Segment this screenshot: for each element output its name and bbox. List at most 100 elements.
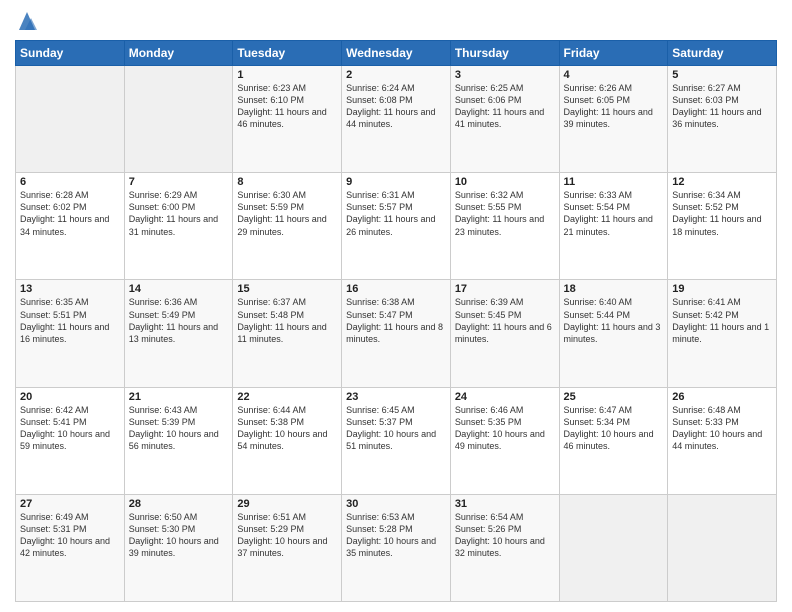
day-number: 13 xyxy=(20,283,120,295)
weekday-header: Friday xyxy=(559,41,668,66)
weekday-header: Saturday xyxy=(668,41,777,66)
day-info: Sunrise: 6:30 AMSunset: 5:59 PMDaylight:… xyxy=(237,190,326,236)
calendar-cell: 5 Sunrise: 6:27 AMSunset: 6:03 PMDaylight… xyxy=(668,66,777,173)
calendar-week-row: 1 Sunrise: 6:23 AMSunset: 6:10 PMDaylight… xyxy=(16,66,777,173)
weekday-header: Thursday xyxy=(450,41,559,66)
day-info: Sunrise: 6:40 AMSunset: 5:44 PMDaylight:… xyxy=(564,297,661,343)
calendar-cell: 11Sunrise: 6:33 AMSunset: 5:54 PMDayligh… xyxy=(559,173,668,280)
day-info: Sunrise: 6:43 AMSunset: 5:39 PMDaylight:… xyxy=(129,405,219,451)
logo xyxy=(15,10,37,32)
day-info: Sunrise: 6:49 AMSunset: 5:31 PMDaylight:… xyxy=(20,512,110,558)
day-info: Sunrise: 6:28 AMSunset: 6:02 PMDaylight:… xyxy=(20,190,109,236)
calendar-cell: 6 Sunrise: 6:28 AMSunset: 6:02 PMDaylight… xyxy=(16,173,125,280)
day-info: Sunrise: 6:46 AMSunset: 5:35 PMDaylight:… xyxy=(455,405,545,451)
day-info: Sunrise: 6:47 AMSunset: 5:34 PMDaylight:… xyxy=(564,405,654,451)
day-info: Sunrise: 6:51 AMSunset: 5:29 PMDaylight:… xyxy=(237,512,327,558)
day-info: Sunrise: 6:23 AMSunset: 6:10 PMDaylight:… xyxy=(237,83,326,129)
calendar-cell: 15 Sunrise: 6:37 AMSunset: 5:48 PMDayligh… xyxy=(233,280,342,387)
calendar-cell xyxy=(124,66,233,173)
calendar-header-row: SundayMondayTuesdayWednesdayThursdayFrid… xyxy=(16,41,777,66)
day-number: 20 xyxy=(20,391,120,403)
day-info: Sunrise: 6:45 AMSunset: 5:37 PMDaylight:… xyxy=(346,405,436,451)
calendar-week-row: 6 Sunrise: 6:28 AMSunset: 6:02 PMDaylight… xyxy=(16,173,777,280)
day-number: 31 xyxy=(455,498,555,510)
day-info: Sunrise: 6:39 AMSunset: 5:45 PMDaylight:… xyxy=(455,297,552,343)
day-number: 8 xyxy=(237,176,337,188)
day-number: 28 xyxy=(129,498,229,510)
calendar-cell: 20Sunrise: 6:42 AMSunset: 5:41 PMDayligh… xyxy=(16,387,125,494)
calendar-cell: 9 Sunrise: 6:31 AMSunset: 5:57 PMDaylight… xyxy=(342,173,451,280)
calendar-cell xyxy=(16,66,125,173)
day-number: 22 xyxy=(237,391,337,403)
day-info: Sunrise: 6:54 AMSunset: 5:26 PMDaylight:… xyxy=(455,512,545,558)
calendar-week-row: 13 Sunrise: 6:35 AMSunset: 5:51 PMDayligh… xyxy=(16,280,777,387)
day-info: Sunrise: 6:41 AMSunset: 5:42 PMDaylight:… xyxy=(672,297,769,343)
calendar-cell: 19 Sunrise: 6:41 AMSunset: 5:42 PMDayligh… xyxy=(668,280,777,387)
calendar-cell: 26Sunrise: 6:48 AMSunset: 5:33 PMDayligh… xyxy=(668,387,777,494)
day-number: 29 xyxy=(237,498,337,510)
calendar-cell: 28 Sunrise: 6:50 AMSunset: 5:30 PMDayligh… xyxy=(124,494,233,601)
day-number: 2 xyxy=(346,69,446,81)
day-info: Sunrise: 6:50 AMSunset: 5:30 PMDaylight:… xyxy=(129,512,219,558)
day-info: Sunrise: 6:38 AMSunset: 5:47 PMDaylight:… xyxy=(346,297,443,343)
calendar-cell: 4 Sunrise: 6:26 AMSunset: 6:05 PMDaylight… xyxy=(559,66,668,173)
day-number: 26 xyxy=(672,391,772,403)
weekday-header: Sunday xyxy=(16,41,125,66)
logo-icon xyxy=(17,10,37,34)
day-number: 11 xyxy=(564,176,664,188)
calendar-cell: 18 Sunrise: 6:40 AMSunset: 5:44 PMDayligh… xyxy=(559,280,668,387)
calendar-cell: 31 Sunrise: 6:54 AMSunset: 5:26 PMDayligh… xyxy=(450,494,559,601)
day-info: Sunrise: 6:36 AMSunset: 5:49 PMDaylight:… xyxy=(129,297,218,343)
day-info: Sunrise: 6:26 AMSunset: 6:05 PMDaylight:… xyxy=(564,83,653,129)
day-info: Sunrise: 6:31 AMSunset: 5:57 PMDaylight:… xyxy=(346,190,435,236)
calendar-cell: 12 Sunrise: 6:34 AMSunset: 5:52 PMDayligh… xyxy=(668,173,777,280)
calendar-week-row: 20Sunrise: 6:42 AMSunset: 5:41 PMDayligh… xyxy=(16,387,777,494)
day-info: Sunrise: 6:34 AMSunset: 5:52 PMDaylight:… xyxy=(672,190,761,236)
calendar-cell: 13 Sunrise: 6:35 AMSunset: 5:51 PMDayligh… xyxy=(16,280,125,387)
weekday-header: Monday xyxy=(124,41,233,66)
calendar-table: SundayMondayTuesdayWednesdayThursdayFrid… xyxy=(15,40,777,602)
day-number: 7 xyxy=(129,176,229,188)
day-number: 25 xyxy=(564,391,664,403)
day-number: 27 xyxy=(20,498,120,510)
day-number: 18 xyxy=(564,283,664,295)
calendar-cell: 22 Sunrise: 6:44 AMSunset: 5:38 PMDayligh… xyxy=(233,387,342,494)
calendar-cell: 7 Sunrise: 6:29 AMSunset: 6:00 PMDaylight… xyxy=(124,173,233,280)
day-number: 4 xyxy=(564,69,664,81)
day-number: 6 xyxy=(20,176,120,188)
calendar-cell: 29 Sunrise: 6:51 AMSunset: 5:29 PMDayligh… xyxy=(233,494,342,601)
weekday-header: Wednesday xyxy=(342,41,451,66)
day-number: 30 xyxy=(346,498,446,510)
day-info: Sunrise: 6:25 AMSunset: 6:06 PMDaylight:… xyxy=(455,83,544,129)
day-number: 12 xyxy=(672,176,772,188)
day-number: 9 xyxy=(346,176,446,188)
day-number: 15 xyxy=(237,283,337,295)
day-info: Sunrise: 6:32 AMSunset: 5:55 PMDaylight:… xyxy=(455,190,544,236)
calendar-cell: 25 Sunrise: 6:47 AMSunset: 5:34 PMDayligh… xyxy=(559,387,668,494)
calendar-cell: 2 Sunrise: 6:24 AMSunset: 6:08 PMDaylight… xyxy=(342,66,451,173)
day-number: 24 xyxy=(455,391,555,403)
day-number: 17 xyxy=(455,283,555,295)
day-info: Sunrise: 6:29 AMSunset: 6:00 PMDaylight:… xyxy=(129,190,218,236)
day-number: 19 xyxy=(672,283,772,295)
day-info: Sunrise: 6:44 AMSunset: 5:38 PMDaylight:… xyxy=(237,405,327,451)
calendar-cell xyxy=(559,494,668,601)
calendar-week-row: 27 Sunrise: 6:49 AMSunset: 5:31 PMDayligh… xyxy=(16,494,777,601)
day-info: Sunrise: 6:24 AMSunset: 6:08 PMDaylight:… xyxy=(346,83,435,129)
day-info: Sunrise: 6:37 AMSunset: 5:48 PMDaylight:… xyxy=(237,297,326,343)
day-number: 23 xyxy=(346,391,446,403)
day-number: 10 xyxy=(455,176,555,188)
page: SundayMondayTuesdayWednesdayThursdayFrid… xyxy=(0,0,792,612)
calendar-cell: 27 Sunrise: 6:49 AMSunset: 5:31 PMDayligh… xyxy=(16,494,125,601)
calendar-cell: 16 Sunrise: 6:38 AMSunset: 5:47 PMDayligh… xyxy=(342,280,451,387)
calendar-cell: 30Sunrise: 6:53 AMSunset: 5:28 PMDayligh… xyxy=(342,494,451,601)
day-number: 5 xyxy=(672,69,772,81)
day-info: Sunrise: 6:27 AMSunset: 6:03 PMDaylight:… xyxy=(672,83,761,129)
calendar-cell: 21Sunrise: 6:43 AMSunset: 5:39 PMDayligh… xyxy=(124,387,233,494)
day-number: 1 xyxy=(237,69,337,81)
calendar-cell: 3Sunrise: 6:25 AMSunset: 6:06 PMDaylight… xyxy=(450,66,559,173)
day-info: Sunrise: 6:35 AMSunset: 5:51 PMDaylight:… xyxy=(20,297,109,343)
calendar-cell xyxy=(668,494,777,601)
day-number: 16 xyxy=(346,283,446,295)
header xyxy=(15,10,777,32)
